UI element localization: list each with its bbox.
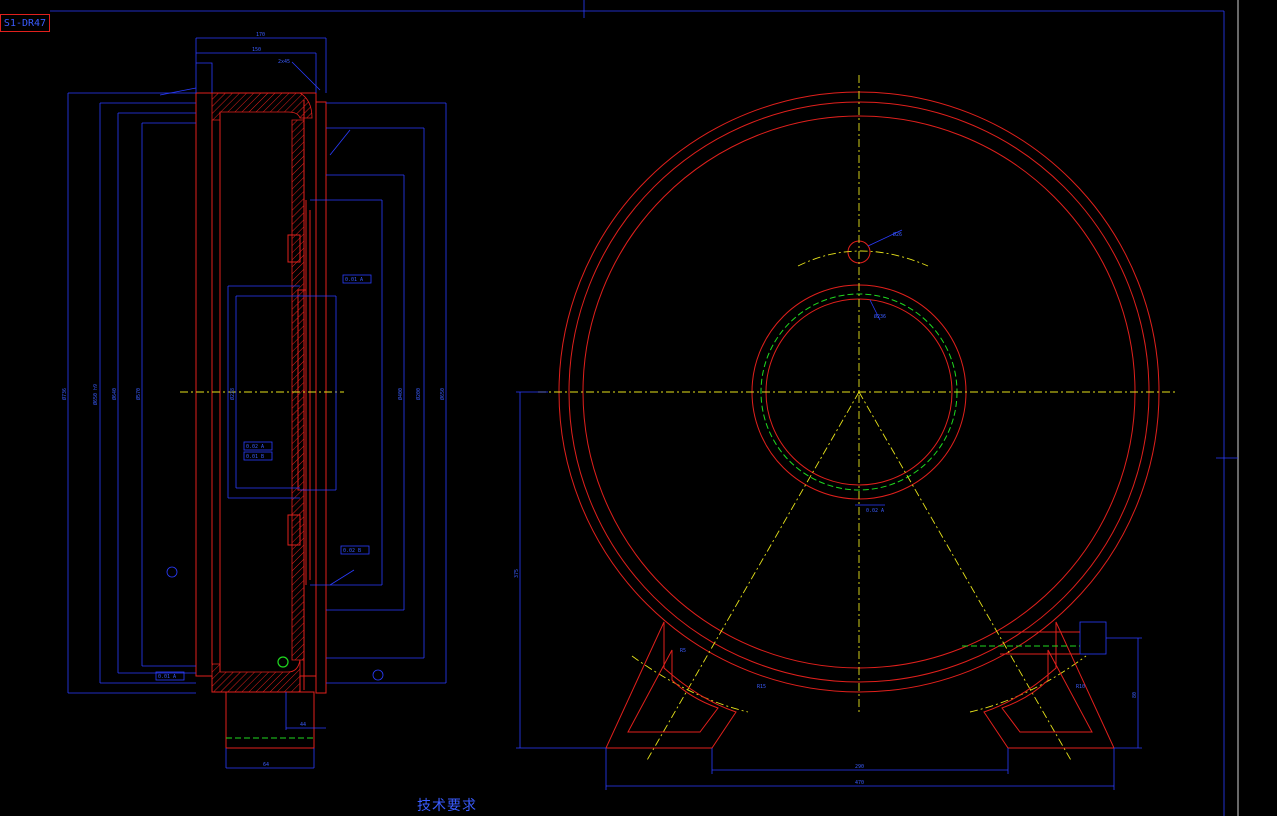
tol-frame-3: 0.01 B (246, 454, 264, 460)
dim-dia-3: Ø640 (111, 388, 118, 400)
front-dimension-text: 375 470 290 80 Ø26 R5 R15 R10 Ø236 0.02 … (514, 231, 1138, 786)
tol-frame-4: 0.02 B (343, 548, 361, 554)
dim-base-width: 470 (855, 780, 864, 786)
dim-bore: Ø200 (415, 388, 422, 400)
cad-drawing-canvas: 170 150 2x45 Ø736 Ø650 h9 Ø640 Ø570 Ø228… (50, 0, 1239, 816)
dim-top-width: 170 (256, 32, 265, 38)
rim-hatch-top (211, 92, 313, 121)
section-dimensions (67, 37, 447, 769)
dim-bolt-height: 80 (1132, 692, 1138, 698)
tech-requirements-title: 技术要求 (417, 798, 477, 814)
tol-frame-2: 0.02 A (246, 444, 264, 450)
dim-pitch-dia: Ø236 (874, 313, 886, 320)
dim-dia-4: Ø570 (135, 388, 142, 400)
section-view (180, 92, 344, 749)
dim-height-center: 375 (514, 569, 520, 578)
dim-hub-len: 44 (300, 722, 306, 728)
tol-frame-5: 0.01 A (158, 674, 176, 680)
dim-hub-width: 64 (263, 762, 269, 768)
tol-frame-front: 0.02 A (866, 508, 884, 514)
dim-radius-1: R5 (680, 648, 686, 654)
dim-dia-5: Ø228 (229, 388, 236, 400)
dim-top-inner: 150 (252, 47, 261, 53)
dim-base-inner: 290 (855, 764, 864, 770)
dim-dia-outer: Ø736 (61, 388, 68, 400)
dim-dia-7: Ø650 (439, 388, 446, 400)
dim-hole-dia: Ø26 (893, 231, 902, 238)
dim-chamfer: 2x45 (278, 59, 290, 65)
dim-dia-2: Ø650 h9 (92, 384, 99, 405)
tol-frame-1: 0.01 A (345, 277, 363, 283)
dim-radius-3: R10 (1076, 684, 1085, 690)
dim-dia-6: Ø400 (397, 388, 404, 400)
dim-radius-2: R15 (757, 684, 766, 690)
front-view (538, 75, 1178, 763)
